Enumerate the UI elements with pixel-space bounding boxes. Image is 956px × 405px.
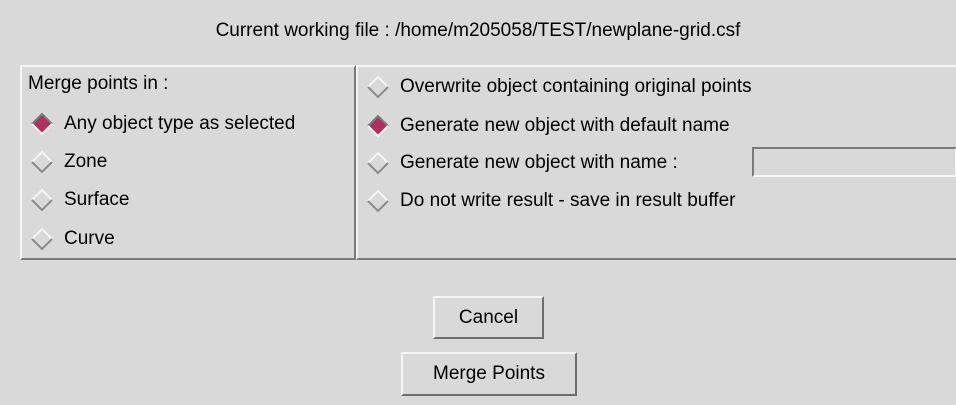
radio-curve[interactable]: Curve — [30, 224, 115, 254]
radio-selected-icon — [30, 112, 54, 136]
radio-unselected-icon — [30, 188, 54, 212]
radio-label: Curve — [64, 228, 115, 249]
radio-label: Overwrite object containing original poi… — [400, 76, 752, 97]
merge-points-button[interactable]: Merge Points — [401, 352, 577, 396]
radio-zone[interactable]: Zone — [30, 147, 107, 177]
working-file-label: Current working file : /home/m205058/TES… — [215, 20, 741, 41]
radio-label: Any object type as selected — [64, 113, 296, 134]
radio-generate-default-name[interactable]: Generate new object with default name — [366, 111, 730, 141]
radio-unselected-icon — [30, 227, 54, 251]
radio-selected-icon — [366, 114, 390, 138]
radio-surface[interactable]: Surface — [30, 185, 129, 215]
radio-label: Generate new object with default name — [400, 115, 730, 136]
radio-generate-with-name[interactable]: Generate new object with name : — [366, 148, 678, 178]
output-group: Overwrite object containing original poi… — [356, 65, 956, 260]
merge-in-title: Merge points in : — [28, 73, 169, 94]
radio-label: Surface — [64, 189, 130, 210]
radio-save-result-buffer[interactable]: Do not write result - save in result buf… — [366, 186, 735, 216]
radio-label: Zone — [64, 151, 108, 172]
cancel-button[interactable]: Cancel — [433, 296, 544, 339]
radio-unselected-icon — [366, 75, 390, 99]
radio-unselected-icon — [30, 150, 54, 174]
radio-any-object-type[interactable]: Any object type as selected — [30, 109, 295, 139]
radio-unselected-icon — [366, 151, 390, 175]
object-name-input[interactable] — [752, 147, 956, 177]
radio-unselected-icon — [366, 189, 390, 213]
merge-in-group: Merge points in : Any object type as sel… — [20, 65, 356, 260]
radio-overwrite-object[interactable]: Overwrite object containing original poi… — [366, 72, 752, 102]
radio-label: Do not write result - save in result buf… — [400, 190, 736, 211]
radio-label: Generate new object with name : — [400, 152, 678, 173]
